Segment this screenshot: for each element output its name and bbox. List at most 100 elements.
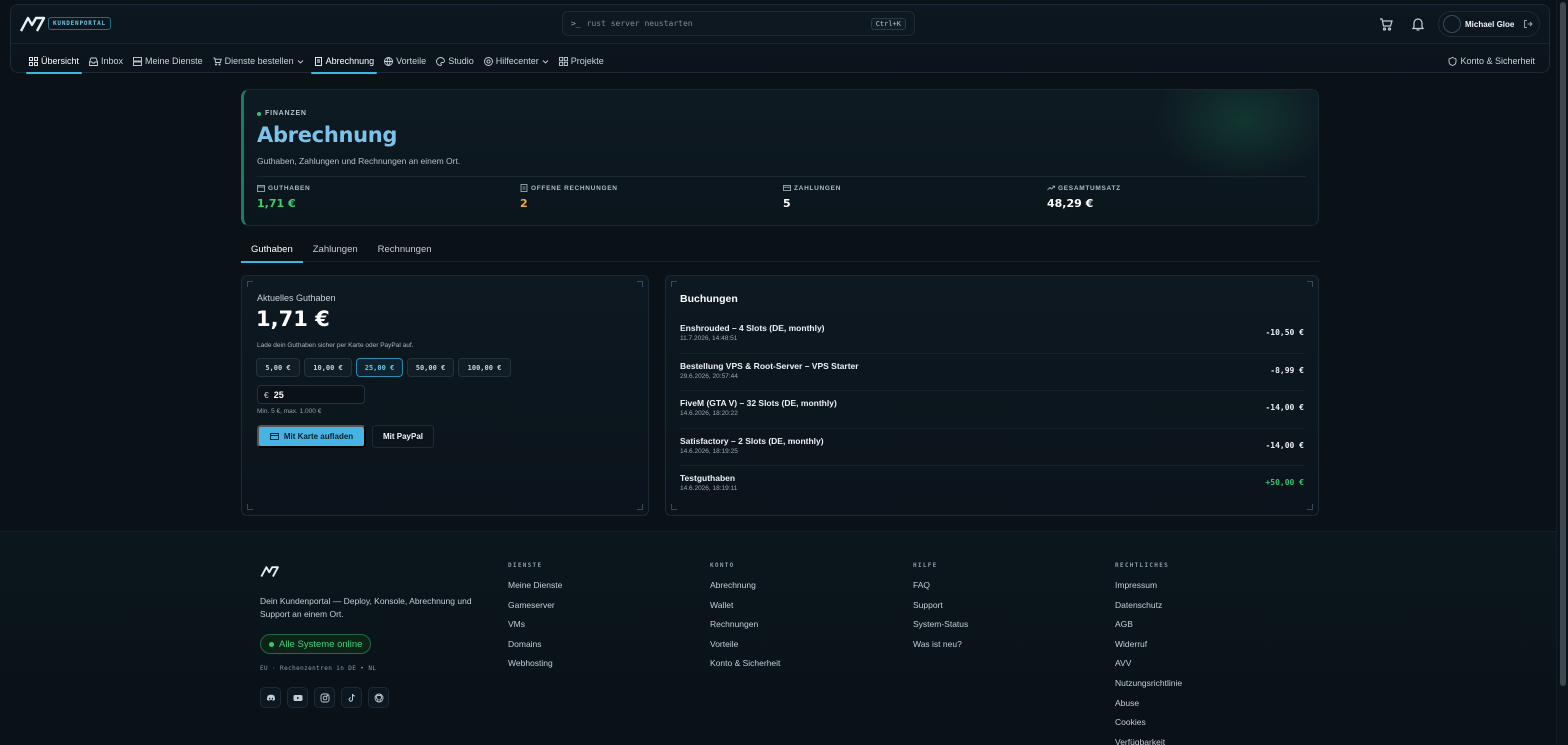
- chevron-down-icon: [542, 59, 549, 64]
- avatar: [1443, 15, 1461, 33]
- footer-link[interactable]: System-Status: [913, 619, 968, 639]
- nav-item-billing[interactable]: Abrechnung: [309, 51, 380, 74]
- top-bar: KUNDENPORTAL >_ rust server neustarten C…: [10, 4, 1550, 74]
- column-heading: DIENSTE: [508, 562, 543, 569]
- booking-row: Testguthaben 14.6.2026, 18:19:11 +50,00 …: [680, 466, 1304, 504]
- nav-item-order-services[interactable]: Dienste bestellen: [208, 51, 309, 71]
- inbox-icon: [89, 57, 98, 66]
- footer-link[interactable]: FAQ: [913, 580, 968, 600]
- amount-presets: 5,00 € 10,00 € 25,00 € 50,00 € 100,00 €: [256, 358, 515, 377]
- nav-item-inbox[interactable]: Inbox: [84, 51, 128, 71]
- amount-input[interactable]: [273, 389, 354, 400]
- stat-total-revenue: GESAMTUMSATZ 48,29 €: [1047, 184, 1121, 211]
- pay-by-card-button[interactable]: Mit Karte aufladen: [257, 425, 366, 448]
- footer-description: Dein Kundenportal — Deploy, Konsole, Abr…: [260, 596, 472, 619]
- preset-chip[interactable]: 5,00 €: [256, 358, 300, 377]
- footer-link[interactable]: Wallet: [710, 600, 780, 620]
- preset-chip[interactable]: 50,00 €: [407, 358, 454, 377]
- credit-card-icon: [269, 433, 279, 440]
- footer-link[interactable]: Meine Dienste: [508, 580, 562, 600]
- nav-item-studio[interactable]: Studio: [431, 51, 479, 71]
- button-label: Mit Karte aufladen: [283, 432, 354, 441]
- brand-logo[interactable]: [260, 565, 280, 578]
- instagram-icon[interactable]: [314, 687, 335, 708]
- footer-link[interactable]: Gameserver: [508, 600, 562, 620]
- folders-icon: [558, 56, 568, 66]
- main-nav: Übersicht Inbox Meine Dienste Dienste be…: [24, 51, 609, 74]
- nav-item-my-services[interactable]: Meine Dienste: [128, 51, 208, 71]
- tab-balance[interactable]: Guthaben: [241, 240, 303, 263]
- amount-field[interactable]: €: [257, 385, 365, 404]
- scrollbar-thumb[interactable]: [1560, 2, 1566, 686]
- footer-link[interactable]: Was ist neu?: [913, 639, 968, 659]
- footer-link[interactable]: AGB: [1115, 619, 1182, 639]
- nav-label: Meine Dienste: [145, 56, 203, 66]
- footer-link[interactable]: Impressum: [1115, 580, 1182, 600]
- shield-icon: [1449, 56, 1457, 66]
- booking-date: 14.6.2026, 18:20:22: [680, 410, 738, 417]
- footer-link[interactable]: Rechnungen: [710, 619, 780, 639]
- booking-amount: -14,00 €: [1265, 440, 1304, 450]
- footer-column-services: DIENSTE Meine Dienste Gameserver VMs Dom…: [508, 562, 562, 678]
- column-heading: RECHTLICHES: [1115, 562, 1170, 569]
- footer-link[interactable]: AVV: [1115, 658, 1182, 678]
- github-icon[interactable]: [368, 687, 389, 708]
- nav-item-account-security[interactable]: Konto & Sicherheit: [1448, 51, 1535, 71]
- chevron-down-icon: [297, 59, 303, 64]
- grid-icon: [29, 56, 38, 66]
- footer-link[interactable]: Konto & Sicherheit: [710, 658, 780, 678]
- nav-item-projects[interactable]: Projekte: [554, 51, 609, 71]
- youtube-icon[interactable]: [287, 687, 308, 708]
- portal-badge: KUNDENPORTAL: [48, 17, 111, 30]
- stat-value: 5: [783, 197, 791, 210]
- footer-column-legal: RECHTLICHES Impressum Datenschutz AGB Wi…: [1115, 562, 1182, 745]
- footer-link[interactable]: VMs: [508, 619, 562, 639]
- footer-link[interactable]: Vorteile: [710, 639, 780, 659]
- pay-by-paypal-button[interactable]: Mit PayPal: [372, 425, 434, 448]
- status-label: Alle Systeme online: [279, 638, 363, 650]
- billing-hero: FINANZEN Abrechnung Guthaben, Zahlungen …: [241, 89, 1319, 226]
- globe-icon: [384, 56, 394, 66]
- discord-icon[interactable]: [260, 687, 281, 708]
- section-eyebrow: FINANZEN: [257, 110, 307, 117]
- system-status-badge[interactable]: Alle Systeme online: [260, 634, 372, 654]
- shortcut-hint: Ctrl+K: [870, 17, 906, 30]
- nav-item-benefits[interactable]: Vorteile: [379, 51, 431, 71]
- preset-chip[interactable]: 100,00 €: [458, 358, 511, 377]
- booking-name: Bestellung VPS & Root-Server – VPS Start…: [680, 360, 859, 371]
- bell-icon[interactable]: [1410, 16, 1426, 32]
- booking-row: FiveM (GTA V) – 32 Slots (DE, monthly) 1…: [680, 391, 1304, 429]
- cart-icon[interactable]: [1378, 16, 1394, 32]
- preset-chip-selected[interactable]: 25,00 €: [356, 358, 403, 377]
- footer-link[interactable]: Support: [913, 600, 968, 620]
- footer-link[interactable]: Webhosting: [508, 658, 562, 678]
- nav-item-help-center[interactable]: Hilfecenter: [479, 51, 554, 71]
- bookings-list: Enshrouded – 4 Slots (DE, monthly) 11.7.…: [680, 316, 1304, 504]
- header-divider: [11, 43, 1549, 44]
- billing-tabs: Guthaben Zahlungen Rechnungen: [241, 240, 1319, 263]
- brand-logo[interactable]: [20, 15, 46, 33]
- footer-link[interactable]: Abuse: [1115, 698, 1182, 718]
- footer-link[interactable]: Verfügbarkeit: [1115, 737, 1182, 745]
- tab-payments[interactable]: Zahlungen: [303, 240, 368, 262]
- stat-label: ZAHLUNGEN: [794, 184, 842, 192]
- preset-chip[interactable]: 10,00 €: [304, 358, 352, 377]
- booking-name: Testguthaben: [680, 473, 736, 483]
- footer-link[interactable]: Cookies: [1115, 717, 1182, 737]
- booking-name: Satisfactory – 2 Slots (DE, monthly): [680, 435, 824, 446]
- user-menu[interactable]: Michael Gloe: [1438, 11, 1540, 37]
- page-scrollbar[interactable]: [1556, 0, 1568, 745]
- nav-item-overview[interactable]: Übersicht: [24, 51, 84, 74]
- footer-link[interactable]: Nutzungsrichtlinie: [1115, 678, 1182, 698]
- footer-link[interactable]: Datenschutz: [1115, 600, 1182, 620]
- footer-link[interactable]: Domains: [508, 639, 562, 659]
- tab-invoices[interactable]: Rechnungen: [368, 240, 442, 262]
- nav-label: Hilfecenter: [495, 56, 539, 66]
- command-search[interactable]: >_ rust server neustarten Ctrl+K: [562, 11, 915, 36]
- footer-link[interactable]: Abrechnung: [710, 580, 780, 600]
- nav-label: Studio: [448, 56, 474, 66]
- footer-link[interactable]: Widerruf: [1115, 639, 1182, 659]
- logout-icon[interactable]: [1523, 19, 1533, 29]
- cart-icon: [213, 57, 222, 66]
- tiktok-icon[interactable]: [341, 687, 362, 708]
